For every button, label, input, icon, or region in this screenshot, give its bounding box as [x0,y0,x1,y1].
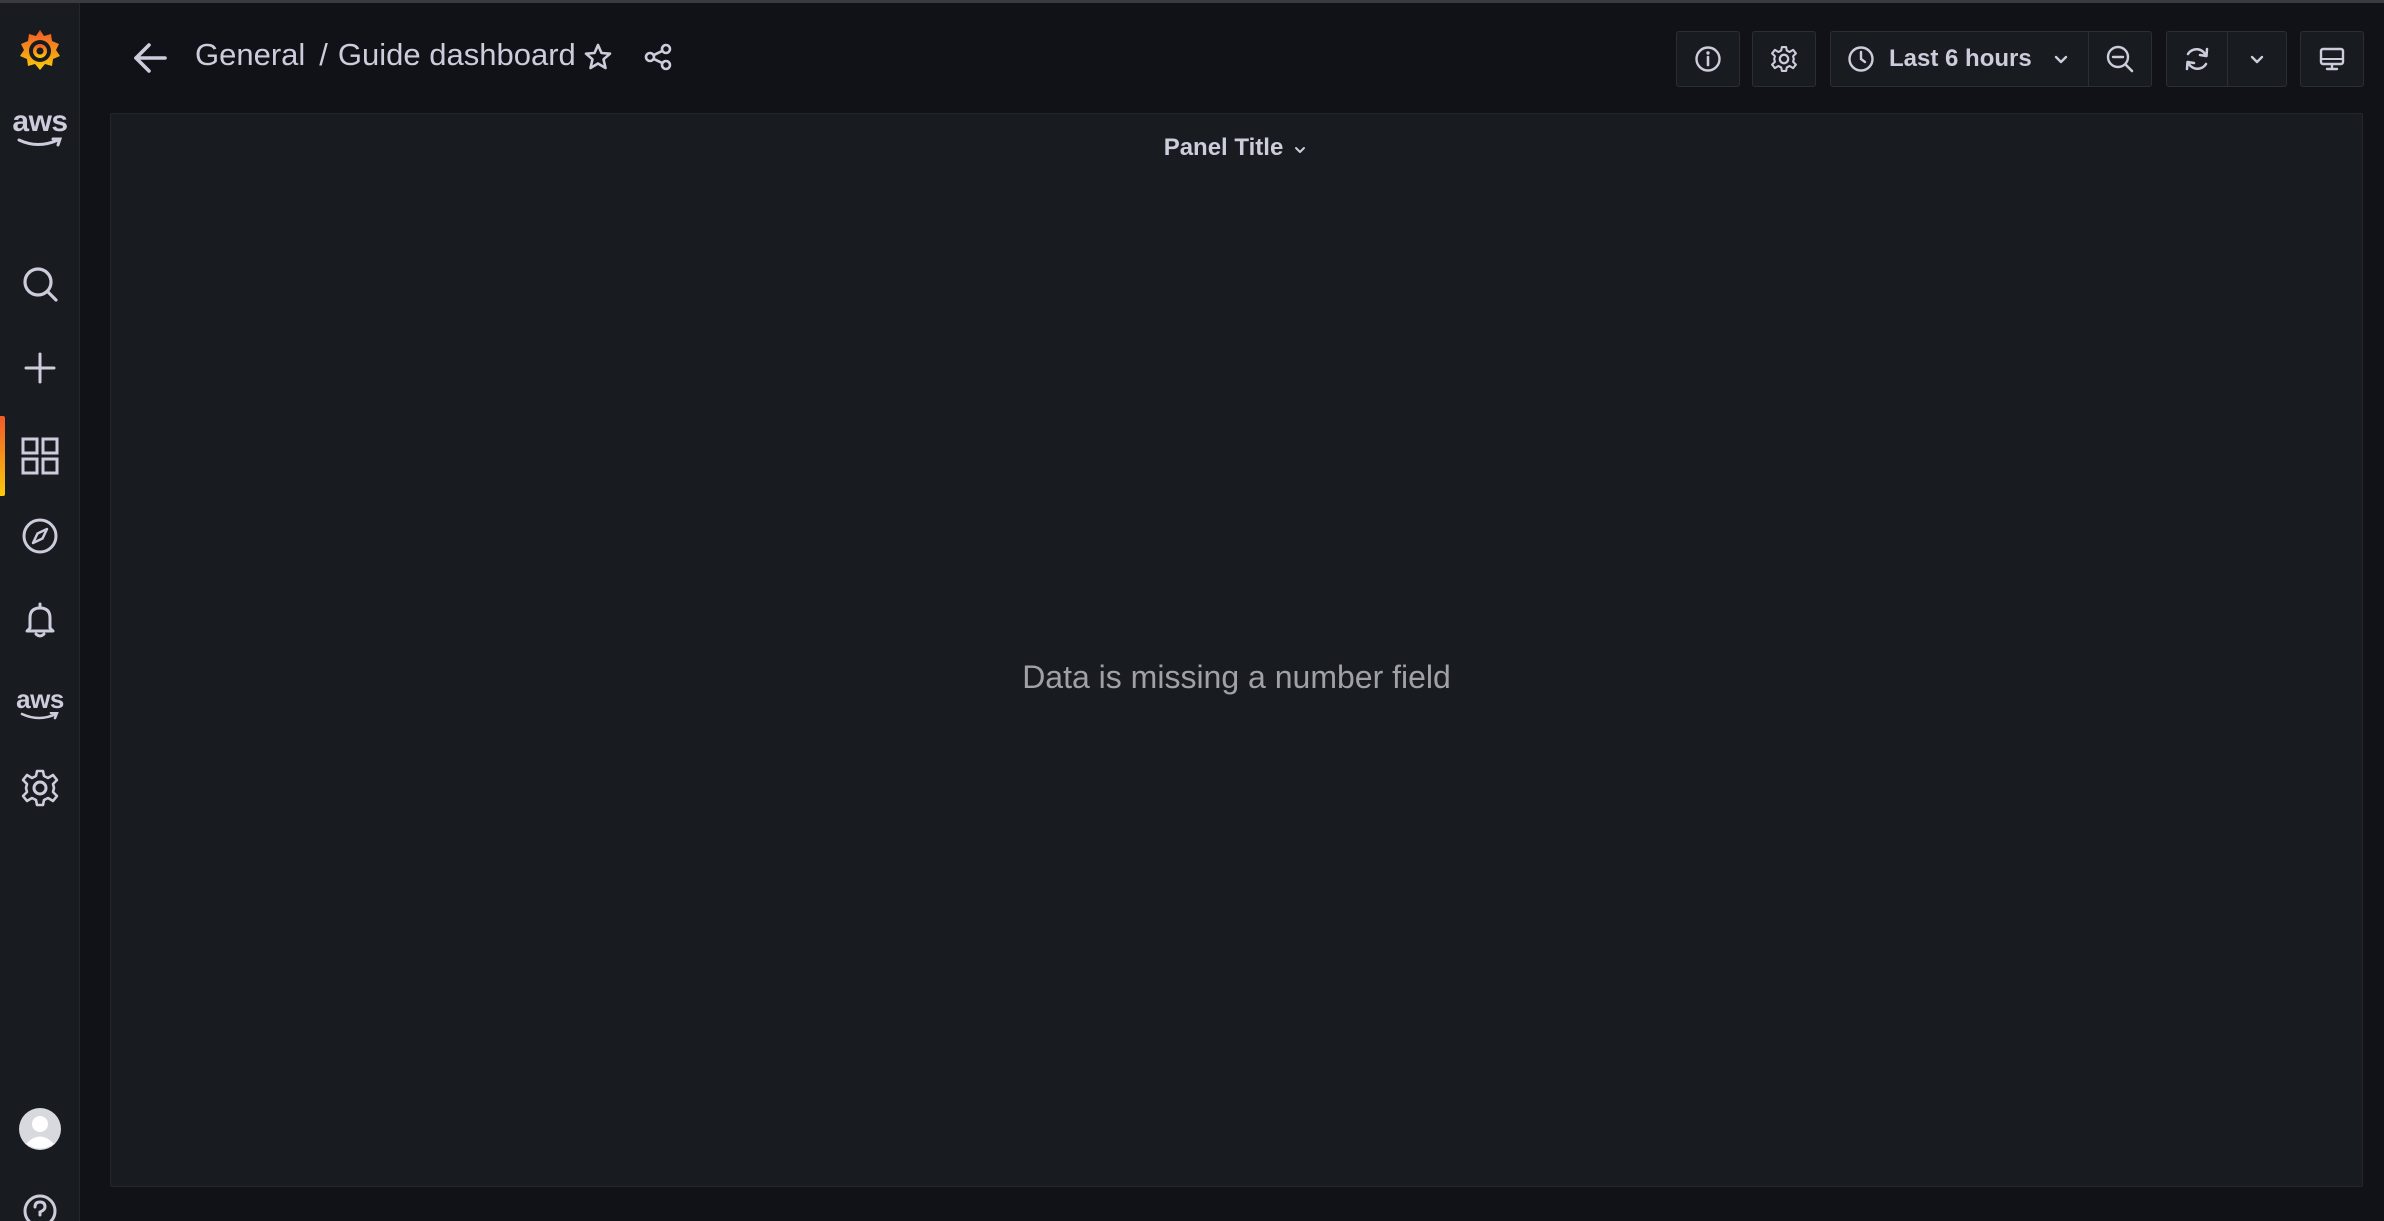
dashboard-navbar: General / Guide dashboard Last 6 hours [80,3,2384,113]
help-icon [23,1194,57,1221]
panel-header[interactable]: Panel Title [111,128,2362,168]
chevron-down-icon [1295,147,1306,153]
zoom-out-icon [2106,45,2134,73]
aws-services-text: aws [16,684,64,714]
dashboard-info-button[interactable] [1676,31,1740,87]
chevron-down-icon [2250,55,2264,64]
info-circle-icon [1695,46,1721,72]
aws-services-button[interactable]: aws [0,668,80,740]
time-range-label: Last 6 hours [1889,45,2032,72]
dashboard-title[interactable]: Guide dashboard [338,37,576,73]
refresh-dashboard-button[interactable] [2166,31,2228,87]
profile-button[interactable] [0,1093,80,1165]
create-button[interactable] [0,332,80,404]
search-icon [23,267,58,302]
time-range-picker[interactable]: Last 6 hours [1830,31,2089,87]
gear-icon [21,769,59,807]
refresh-interval-picker[interactable] [2227,31,2287,87]
share-dashboard-button[interactable] [640,39,676,75]
zoom-out-button[interactable] [2088,31,2152,87]
refresh-icon [2185,47,2209,71]
configuration-button[interactable] [0,752,80,824]
breadcrumb: General / Guide dashboard [195,37,576,73]
explore-compass-icon [22,518,58,554]
panel-empty-message: Data is missing a number field [1022,659,1451,695]
share-icon [644,43,672,71]
aws-smile-icon [17,137,63,147]
help-button[interactable] [0,1175,80,1221]
aws-logo[interactable]: aws [0,95,80,161]
alerting-bell-icon [25,602,55,638]
plus-icon [24,352,56,384]
arrow-left-icon [134,43,167,73]
star-dashboard-button[interactable] [580,39,616,75]
cycle-view-mode-button[interactable] [2300,31,2364,87]
dashboards-icon [21,437,59,475]
search-button[interactable] [0,248,80,320]
chevron-down-icon [2054,55,2067,64]
avatar [19,1108,61,1150]
breadcrumb-folder-link[interactable]: General [195,37,305,73]
explore-button[interactable] [0,500,80,572]
grafana-logo-icon[interactable] [0,11,80,91]
panel-title: Panel Title [1163,134,1284,161]
breadcrumb-separator: / [319,37,328,72]
dashboard-panel: Panel Title Data is missing a number fie… [110,113,2363,1187]
alerting-button[interactable] [0,584,80,656]
cog-icon [1771,46,1797,72]
monitor-icon [2319,47,2345,71]
aws-logo-text: aws [12,105,68,138]
back-button[interactable] [120,33,180,83]
clock-icon [1848,46,1874,72]
aws-smile-icon [20,712,59,720]
dashboards-button[interactable] [0,412,80,500]
star-icon [584,43,612,70]
side-menu: aws aws [0,3,80,1221]
dashboard-settings-button[interactable] [1752,31,1816,87]
